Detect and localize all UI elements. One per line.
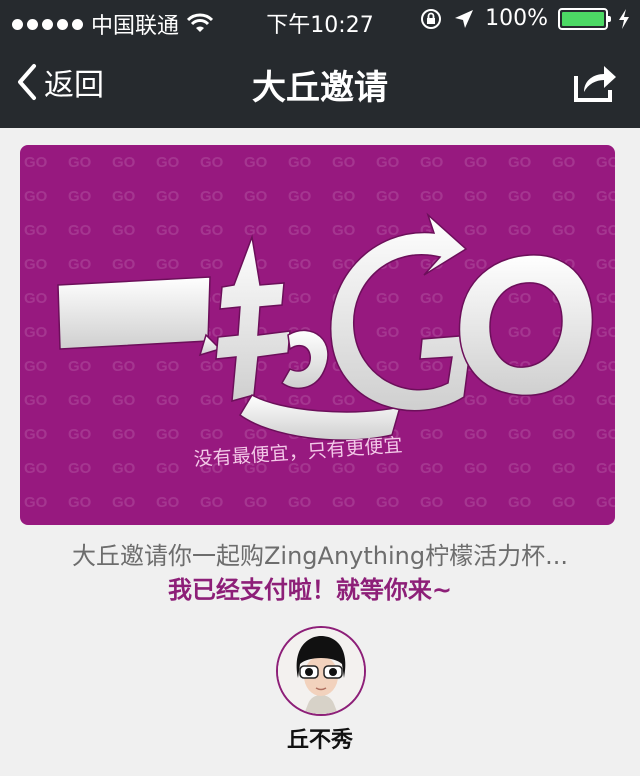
user-name: 丘不秀 [286,728,353,753]
status-right: 100% [419,6,630,31]
payment-status: 我已经支付啦！就等你来~ [167,576,453,604]
battery-percent: 100% [485,6,548,31]
nav-bar: 返回 大丘邀请 [0,40,640,128]
item-title: 大丘邀请你一起购ZingAnything柠檬活力杯... [71,542,568,570]
charging-bolt-icon [619,8,629,29]
status-bar: 中国联通 下午10:27 100% [0,0,640,40]
battery-icon [558,7,611,30]
share-button[interactable] [572,62,618,104]
avatar[interactable] [276,626,366,716]
back-label: 返回 [44,68,104,103]
avatar-image [278,628,364,714]
share-icon [574,66,616,102]
location-arrow-icon [455,9,474,28]
banner-image[interactable]: GO 没有最便宜，只有更便宜 [20,145,615,525]
back-button[interactable]: 返回 [16,60,104,104]
rotation-lock-icon [421,8,442,29]
banner-art: GO 没有最便宜，只有更便宜 [20,145,615,525]
chevron-left-icon [18,64,36,100]
